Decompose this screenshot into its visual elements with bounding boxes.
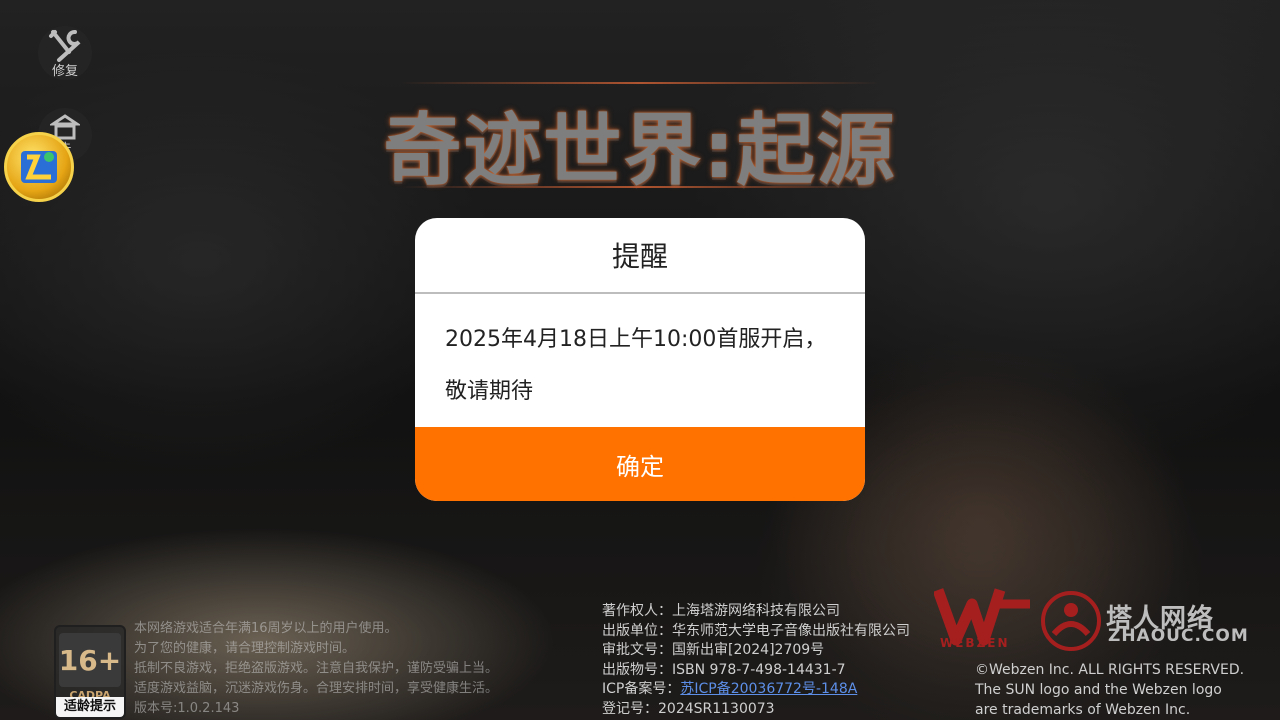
age-rating-number: 16+ bbox=[59, 633, 121, 687]
webzen-wordmark: WEBZEN bbox=[940, 636, 1010, 650]
advice-line: 抵制不良游戏，拒绝盗版游戏。注意自我保护，谨防受骗上当。 bbox=[134, 661, 499, 676]
logo-top-line bbox=[400, 82, 880, 84]
approval-number: 审批文号：国新出审[2024]2709号 bbox=[602, 642, 825, 658]
assistant-logo-icon bbox=[21, 151, 57, 183]
zhaouc-name-en: ZHAOUC.COM bbox=[1108, 626, 1249, 646]
logo-bottom-line bbox=[400, 186, 880, 188]
reminder-dialog: 提醒 2025年4月18日上午10:00首服开启， 敬请期待 确定 bbox=[415, 218, 865, 501]
icp-row: ICP备案号：苏ICP备20036772号-148A bbox=[602, 680, 942, 700]
wrench-icon bbox=[49, 29, 81, 62]
dialog-message-line1: 2025年4月18日上午10:00首服开启， bbox=[445, 327, 827, 352]
repair-label: 修复 bbox=[51, 63, 78, 79]
copyright-line: are trademarks of Webzen Inc. bbox=[975, 702, 1191, 718]
confirm-button[interactable]: 确定 bbox=[415, 427, 865, 501]
isbn: 出版物号：ISBN 978-7-498-14431-7 bbox=[602, 661, 846, 678]
advice-line: 本网络游戏适合年满16周岁以上的用户使用。 bbox=[134, 621, 398, 636]
version-number: 版本号:1.0.2.143 bbox=[134, 701, 240, 716]
copyright-line: The SUN logo and the Webzen logo bbox=[975, 682, 1222, 698]
game-logo: 奇迹世界:起源 bbox=[360, 80, 920, 196]
repair-button[interactable]: 修复 bbox=[38, 26, 92, 80]
health-advice: 本网络游戏适合年满16周岁以上的用户使用。 为了您的健康，请合理控制游戏时间。 … bbox=[134, 619, 564, 719]
dialog-message-line2: 敬请期待 bbox=[445, 379, 534, 404]
registration-number: 登记号：2024SR1130073 bbox=[602, 700, 775, 717]
age-rating-tip: 适龄提示 bbox=[56, 697, 124, 717]
webzen-copyright: ©Webzen Inc. ALL RIGHTS RESERVED. The SU… bbox=[975, 660, 1275, 720]
copyright-line: ©Webzen Inc. ALL RIGHTS RESERVED. bbox=[975, 662, 1245, 678]
publishing-info: 著作权人：上海塔游网络科技有限公司 出版单位：华东师范大学电子音像出版社有限公司… bbox=[602, 602, 942, 719]
zhaouc-emblem-icon bbox=[1041, 591, 1101, 651]
dialog-message: 2025年4月18日上午10:00首服开启， 敬请期待 bbox=[415, 294, 865, 427]
floating-assistant-button[interactable] bbox=[4, 132, 74, 202]
age-rating-badge: 16+ CADPA 适龄提示 bbox=[54, 625, 126, 719]
advice-line: 为了您的健康，请合理控制游戏时间。 bbox=[134, 641, 356, 656]
icp-label: ICP备案号： bbox=[602, 681, 681, 697]
game-title: 奇迹世界:起源 bbox=[383, 106, 897, 196]
dialog-title: 提醒 bbox=[415, 218, 865, 294]
copyright-owner: 著作权人：上海塔游网络科技有限公司 bbox=[602, 603, 840, 619]
publisher: 出版单位：华东师范大学电子音像出版社有限公司 bbox=[602, 622, 910, 639]
advice-line: 适度游戏益脑，沉迷游戏伤身。合理安排时间，享受健康生活。 bbox=[134, 681, 499, 696]
icp-link[interactable]: 苏ICP备20036772号-148A bbox=[680, 681, 857, 697]
